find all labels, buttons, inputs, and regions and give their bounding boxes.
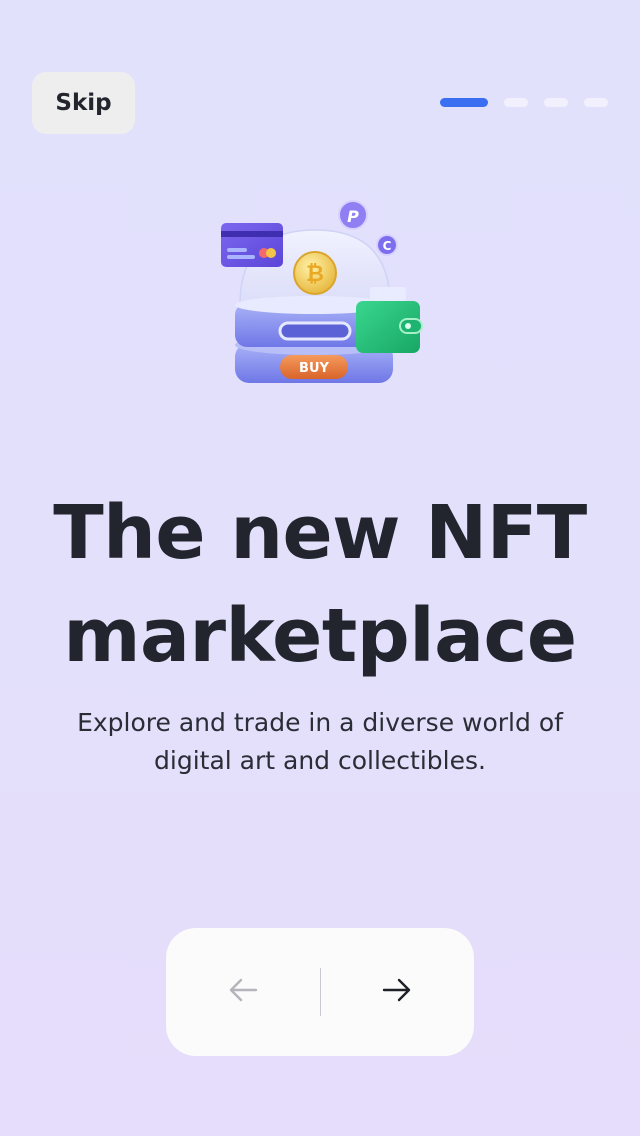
svg-text:P: P	[347, 207, 359, 226]
page-subtitle: Explore and trade in a diverse world of …	[77, 708, 563, 775]
buy-badge: BUY	[299, 361, 329, 376]
arrow-right-icon	[380, 973, 414, 1011]
arrow-left-icon	[226, 973, 260, 1011]
page-indicator-dot-active	[440, 98, 488, 107]
page-indicator-dot	[544, 98, 568, 107]
skip-button[interactable]: Skip	[32, 72, 135, 134]
nft-marketplace-illustration: BUY ₿ P C	[210, 195, 440, 395]
page-indicator-dot	[584, 98, 608, 107]
page-title: The new NFT marketplace	[53, 490, 587, 679]
previous-button[interactable]	[166, 928, 320, 1056]
svg-text:₿: ₿	[306, 262, 324, 287]
svg-text:C: C	[383, 239, 392, 253]
next-button[interactable]	[321, 928, 475, 1056]
navigation-card	[166, 928, 474, 1056]
page-indicator	[440, 98, 608, 107]
page-indicator-dot	[504, 98, 528, 107]
